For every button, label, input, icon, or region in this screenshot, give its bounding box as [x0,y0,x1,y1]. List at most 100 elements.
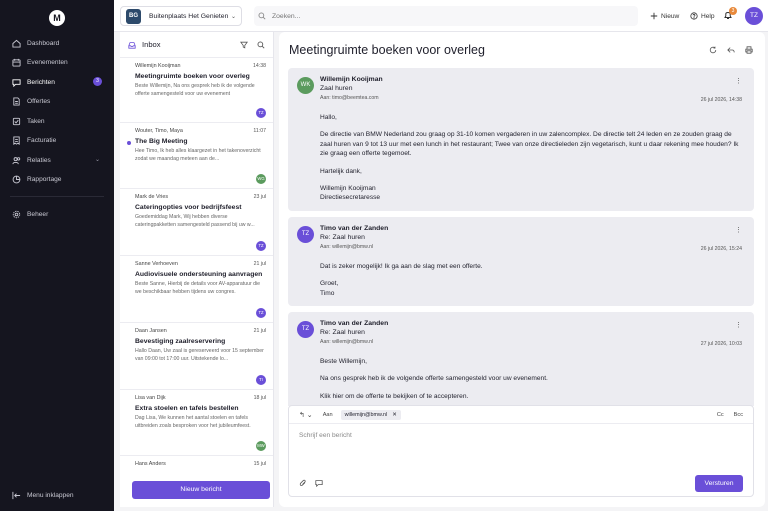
message-subject: Bevestiging zaalreservering [135,338,226,345]
remove-recipient-icon[interactable]: ✕ [392,412,397,418]
sidebar-item-evenementen[interactable]: Evenementen [0,53,114,71]
body-paragraph: Hallo, [320,114,337,121]
message-date: 26 jul 2026, 14:38 [700,97,742,103]
reply-footer: Versturen [289,470,753,496]
inbox-message[interactable]: Willemijn Kooijman 14:38 Meetingruimte b… [120,58,273,123]
sidebar-divider [10,196,104,197]
sender-avatar: WK [297,77,314,94]
sidebar-item-label: Taken [27,117,45,125]
sidebar-item-offertes[interactable]: Offertes [0,92,114,110]
print-icon[interactable] [745,46,753,54]
message-recipient: Aan: willemijn@bmw.nl [320,243,374,250]
inbox-message[interactable]: Sanne Verhoeven 21 jul Audiovisuele onde… [120,256,273,323]
assignee-avatar: MW [256,441,266,451]
inbox-panel: Inbox Willemijn Kooijman 14:38 Meetingru… [114,32,274,507]
gear-icon [12,210,21,219]
unread-badge: 3 [93,77,102,86]
body-paragraph: Na ons gesprek heb ik de volgende offert… [320,375,548,383]
sidebar-item-berichten[interactable]: Berichten 3 [0,73,114,91]
sidebar-item-label: Beheer [27,210,49,218]
inbox-header: Inbox [120,32,273,58]
inbox-message[interactable]: Mark de Vries 23 jul Cateringopties voor… [120,189,273,256]
message-preview: Beste Sanne, Hierbij de details voor AV-… [135,281,261,295]
reply-textarea[interactable]: Schrijf een bericht [289,424,753,447]
sidebar-item-label: Offertes [27,97,51,105]
message-subject: Audiovisuele ondersteuning aanvragen [135,271,263,278]
message-date: 18 jul [253,395,266,401]
more-options-icon[interactable]: ⋮ [735,321,742,329]
attachment-icon[interactable] [299,479,307,487]
new-message-button[interactable]: Nieuw bericht [132,481,270,499]
message-preview: Goedemiddag Mark, Wij hebben diverse cat… [135,214,255,228]
inbox-message[interactable]: Wouter, Timo, Maya 11:07 The Big Meeting… [120,123,273,189]
template-icon[interactable] [315,479,323,487]
send-button[interactable]: Versturen [695,474,743,492]
global-search [254,6,638,26]
more-options-icon[interactable]: ⋮ [735,226,742,234]
recipient-chip[interactable]: willemijn@bmw.nl ✕ [340,409,401,420]
message-preview: Beste Willemijn, Na ons gesprek heb ik d… [135,83,255,97]
inbox-title: Inbox [142,40,161,49]
sidebar-item-relaties[interactable]: Relaties ⌄ [0,151,114,169]
app-logo[interactable]: M [49,10,65,26]
message-date: 11:07 [253,128,266,134]
message-preview: Hee Timo, Ik heb alles klaargezet in het… [135,148,261,162]
reply-mode-icon[interactable]: ↰ ⌄ [299,411,313,419]
body-paragraph: Willemijn Kooijman Directiesecretaresse [320,185,381,202]
sidebar-item-beheer[interactable]: Beheer [0,205,114,223]
message-subject: Meetingruimte boeken voor overleg [135,73,250,80]
reply-icon[interactable] [727,46,735,54]
sidebar-item-facturatie[interactable]: Facturatie [0,131,114,149]
message-subject: Cateringopties voor bedrijfsfeest [135,204,242,211]
offer-link[interactable]: Klik hier om de offerte te bekijken of t… [320,392,744,401]
message-body: Beste Willemijn, Na ons gesprek heb ik d… [320,357,744,401]
bcc-button[interactable]: Bcc [734,412,743,418]
help-icon [690,12,698,20]
recipient-email: willemijn@bmw.nl [344,411,388,418]
sender-avatar: TZ [297,321,314,339]
collapse-menu-button[interactable]: Menu inklappen [0,487,114,503]
inbox-message[interactable]: Daan Jansen 21 jul Bevestiging zaalreser… [120,323,273,390]
cc-button[interactable]: Cc [717,412,724,418]
sender-name: Timo van der Zanden [320,224,389,232]
message-subject: Re: Zaal huren [320,329,365,337]
message-subject: Zaal huren [320,85,353,92]
more-options-icon[interactable]: ⋮ [735,77,742,85]
sidebar-item-rapportage[interactable]: Rapportage [0,170,114,188]
calendar-icon [12,58,21,67]
message-subject: The Big Meeting [135,138,188,145]
filter-icon[interactable] [240,41,248,49]
chevron-down-icon: ⌄ [230,13,236,20]
body-paragraph: Groet, Timo [320,280,339,297]
message-from: Mark de Vries [135,194,169,200]
new-button[interactable]: Nieuw [650,9,679,23]
body-paragraph: Hartelijk dank, [320,167,362,175]
notification-badge: 3 [729,7,737,15]
sender-name: Willemijn Kooijman [320,76,383,83]
search-input[interactable] [272,12,572,20]
organization-select[interactable]: BG Buitenplaats Het Genieten ⌄ [120,6,242,26]
assignee-avatar: TI [256,375,266,385]
checklist-icon [12,117,21,126]
user-avatar[interactable]: TZ [745,7,763,25]
help-label: Help [701,12,715,20]
sidebar-item-label: Berichten [27,78,55,86]
cc-bcc-controls: Cc Bcc [717,412,743,418]
message-subject: Re: Zaal huren [320,233,365,241]
thread-message: WK Willemijn Kooijman Zaal huren Aan: ti… [288,68,754,211]
assignee-avatar: TZ [256,108,266,118]
inbox-message[interactable]: Lisa van Dijk 18 jul Extra stoelen en ta… [120,390,273,456]
refresh-icon[interactable] [709,46,717,54]
top-bar: BG Buitenplaats Het Genieten ⌄ Nieuw Hel… [114,0,768,32]
sidebar-item-label: Rapportage [27,175,62,183]
search-icon[interactable] [257,41,265,49]
message-date: 27 jul 2026, 10:03 [700,341,742,348]
help-button[interactable]: Help [690,9,715,23]
message-recipient: Aan: timo@beemtea.com [320,95,379,101]
sidebar-item-dashboard[interactable]: Dashboard [0,34,114,52]
plus-icon [650,12,658,20]
reply-header: ↰ ⌄ Aan willemijn@bmw.nl ✕ Cc Bcc [289,406,753,424]
organization-name: Buitenplaats Het Genieten [149,12,229,20]
sidebar-item-taken[interactable]: Taken [0,112,114,130]
message-from: Wouter, Timo, Maya [135,128,183,134]
